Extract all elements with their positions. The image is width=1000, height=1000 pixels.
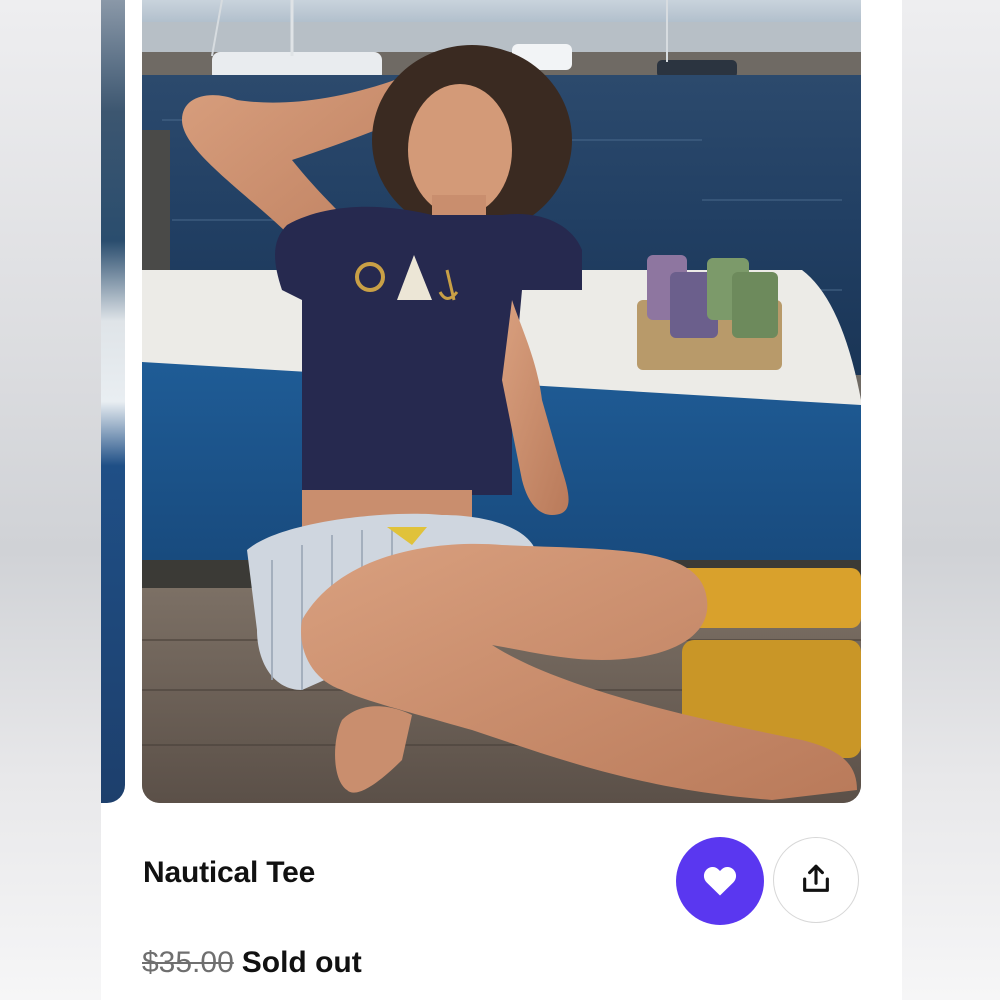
availability-status: Sold out [241,946,362,979]
product-screen: Nautical Tee $35.00 Sold out [101,0,902,1000]
page-backdrop: Nautical Tee $35.00 Sold out [0,0,1000,1000]
product-image[interactable] [142,0,861,803]
price-row: $35.00 Sold out [142,946,362,980]
favorite-button[interactable] [676,837,764,925]
share-button[interactable] [773,837,859,923]
previous-product-image[interactable] [101,0,125,803]
product-title: Nautical Tee [143,856,316,889]
heart-icon [701,863,739,900]
original-price: $35.00 [142,946,234,979]
share-icon [799,862,833,899]
